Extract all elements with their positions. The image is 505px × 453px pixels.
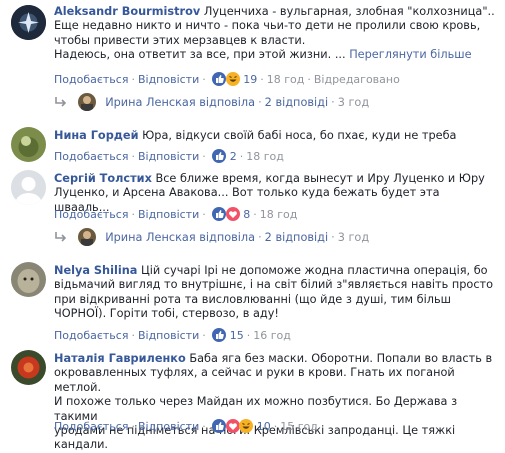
love-reaction-icon	[225, 207, 240, 224]
like-reaction-icon	[212, 149, 227, 166]
reply-button[interactable]: Відповісти	[138, 208, 199, 221]
comment-line: Цій сучарі Ірі не допоможе жодна пластич…	[140, 264, 488, 277]
like-button[interactable]: Подобається	[54, 329, 128, 342]
replies-summary[interactable]: Ирина Ленская відповіла · 2 відповіді · 3 го…	[54, 228, 369, 246]
comment-line: Луценчиха - вульгарная, злобная "колхозн…	[203, 5, 495, 18]
comment-line: при відкриванні рота та висловлюванні (щ…	[54, 292, 451, 306]
comment-line: окровавленных туфлях, а сейчас и руки в …	[54, 366, 455, 394]
comment-time[interactable]: 18 год	[246, 150, 284, 163]
comments-panel: { "comments": [ { "author": "Aleksandr B…	[0, 0, 505, 451]
comment-actions: Подобається · Відповісти · 2 · 18 год	[54, 149, 284, 166]
comment-actions: Подобається · Відповісти · 15 · 16 год	[54, 328, 291, 345]
comment-time[interactable]: 16 год	[253, 329, 291, 342]
reply-author-text[interactable]: Ирина Ленская відповіла	[105, 231, 255, 244]
comment-author[interactable]: Nelya Shilina	[54, 264, 137, 277]
reply-time: 3 год	[337, 96, 370, 109]
reply-arrow-icon	[54, 96, 68, 111]
reaction-count[interactable]: 15	[230, 329, 244, 342]
comment-author[interactable]: Нина Гордей	[54, 129, 138, 142]
avatar	[77, 228, 96, 246]
comment-line: відьмачий вигляд то внутрішнє, і на світ…	[54, 278, 494, 292]
haha-reaction-icon	[239, 419, 254, 436]
comment-text: Наталія Гавриленко Баба яга без маски. О…	[54, 352, 497, 453]
reaction-count[interactable]: 8	[243, 208, 250, 221]
comment-text: Нина Гордей Юра, відкуси своїй бабі носа…	[54, 129, 497, 143]
avatar[interactable]	[11, 127, 46, 162]
see-more-link[interactable]: Переглянути більше	[349, 48, 471, 61]
comment-actions: Подобається · Відповісти · 10 · 15 год	[54, 419, 318, 436]
reply-button[interactable]: Відповісти	[138, 150, 199, 163]
comment-time[interactable]: 18 год	[267, 73, 305, 86]
comment-author[interactable]: Aleksandr Bourmistrov	[54, 5, 200, 18]
like-button[interactable]: Подобається	[54, 150, 128, 163]
comment-actions: Подобається · Відповісти · 19 · 18 год · Відред…	[54, 72, 400, 89]
comment-line: Надеюсь, она ответит за все, при этой жи…	[54, 48, 346, 62]
replies-summary[interactable]: Ирина Ленская відповіла · 2 відповіді · 3 го…	[54, 93, 369, 111]
comment-text: Aleksandr Bourmistrov Луценчиха - вульга…	[54, 5, 497, 63]
like-reaction-icon	[212, 419, 227, 436]
comment-line: Баба яга без маски. Оборотни. Попали во …	[189, 352, 493, 365]
like-button[interactable]: Подобається	[54, 73, 128, 86]
comment-actions: Подобається · Відповісти · 8 · 18 год	[54, 207, 297, 224]
reply-author-text[interactable]: Ирина Ленская відповіла	[105, 96, 255, 109]
comment-line: ЧОРНОЇ). Горіти тобі, стервозо, в аду!	[54, 307, 279, 321]
reply-arrow-icon	[54, 231, 68, 246]
reply-count[interactable]: 2 відповіді	[265, 96, 328, 109]
reply-button[interactable]: Відповісти	[138, 420, 199, 433]
comment-time[interactable]: 15 год	[280, 420, 318, 433]
comment-line: Все ближе время, когда вынесут и Иру Луц…	[155, 172, 485, 185]
reply-button[interactable]: Відповісти	[138, 329, 199, 342]
comment-line: Юра, відкуси своїй бабі носа, бо пхає, к…	[142, 129, 457, 142]
comment-author[interactable]: Сергій Толстих	[54, 172, 152, 185]
comment-line: Еще недавно никто и ничто - пока чьи-то …	[54, 19, 481, 33]
like-button[interactable]: Подобається	[54, 420, 128, 433]
reaction-count[interactable]: 10	[257, 420, 271, 433]
avatar[interactable]	[11, 350, 46, 385]
reply-time: 3 год	[337, 231, 370, 244]
comment-line: чтобы привести этих мерзавцев к власти.	[54, 33, 306, 47]
like-button[interactable]: Подобається	[54, 208, 128, 221]
avatar[interactable]	[11, 262, 46, 297]
comment-time[interactable]: 18 год	[260, 208, 298, 221]
edited-label[interactable]: Відредаговано	[314, 73, 400, 86]
reaction-count[interactable]: 2	[230, 150, 237, 163]
avatar	[77, 93, 96, 111]
avatar[interactable]	[11, 5, 46, 40]
avatar[interactable]	[11, 170, 46, 205]
comment-text: Nelya Shilina Цій сучарі Ірі не допоможе…	[54, 264, 497, 322]
reply-count[interactable]: 2 відповіді	[265, 231, 328, 244]
comment-author[interactable]: Наталія Гавриленко	[54, 352, 186, 365]
love-reaction-icon	[225, 419, 240, 436]
reaction-count[interactable]: 19	[243, 73, 257, 86]
reply-button[interactable]: Відповісти	[138, 73, 199, 86]
like-reaction-icon	[212, 72, 227, 89]
like-reaction-icon	[212, 328, 227, 345]
like-reaction-icon	[212, 207, 227, 224]
haha-reaction-icon	[225, 72, 240, 89]
